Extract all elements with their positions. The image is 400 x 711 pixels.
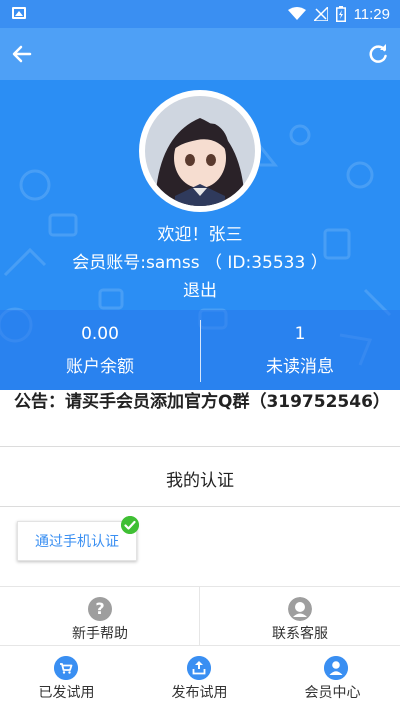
refresh-icon[interactable] [366, 42, 390, 66]
status-bar: 11:29 [0, 0, 400, 28]
upload-icon [187, 656, 211, 680]
signal-icon [313, 7, 328, 21]
wifi-icon [287, 7, 306, 20]
tab-label: 会员中心 [304, 685, 361, 701]
tab-member-center[interactable]: 会员中心 [266, 646, 399, 711]
announcement: 公告：请买手会员添加官方Q群（319752546） [14, 392, 390, 412]
customer-service-label: 联系客服 [272, 626, 328, 642]
check-icon [121, 516, 139, 534]
status-time: 11:29 [353, 5, 390, 23]
divider [0, 506, 400, 507]
balance-stat[interactable]: 0.00 账户余额 [0, 324, 200, 377]
avatar[interactable] [139, 90, 261, 212]
app-bar [0, 28, 400, 80]
battery-icon [335, 6, 346, 22]
balance-label: 账户余额 [66, 357, 134, 377]
customer-service-link[interactable]: 联系客服 [200, 587, 400, 645]
stats-panel: 0.00 账户余额 1 未读消息 [0, 310, 400, 390]
status-icons: 11:29 [287, 4, 390, 24]
help-link[interactable]: ? 新手帮助 [0, 587, 200, 645]
help-label: 新手帮助 [72, 626, 128, 642]
customer-service-icon [288, 597, 312, 621]
image-icon [12, 7, 26, 19]
phone-verified-badge[interactable]: 通过手机认证 [17, 521, 137, 561]
tab-label: 已发试用 [38, 685, 95, 701]
tab-publish-trial[interactable]: 发布试用 [133, 646, 266, 711]
balance-value: 0.00 [81, 324, 119, 344]
account-info: 会员账号:samss （ ID:35533 ） [72, 253, 328, 273]
unread-messages-stat[interactable]: 1 未读消息 [200, 324, 400, 377]
cart-icon [54, 656, 78, 680]
welcome-text: 欢迎！张三 [157, 225, 243, 245]
tab-bar: 已发试用 发布试用 会员中心 [0, 646, 400, 711]
tab-published-trials[interactable]: 已发试用 [0, 646, 133, 711]
certification-title: 我的认证 [166, 471, 234, 491]
arrow-left-icon[interactable] [10, 42, 34, 66]
unread-messages-value: 1 [294, 324, 306, 344]
user-icon [324, 656, 348, 680]
profile-header: 欢迎！张三 会员账号:samss （ ID:35533 ） 退出 0.00 账户… [0, 80, 400, 390]
logout-link[interactable]: 退出 [0, 276, 400, 301]
divider [0, 446, 400, 447]
avatar-image [145, 96, 255, 206]
question-icon: ? [88, 597, 112, 621]
unread-messages-label: 未读消息 [266, 357, 334, 377]
tab-label: 发布试用 [171, 685, 228, 701]
